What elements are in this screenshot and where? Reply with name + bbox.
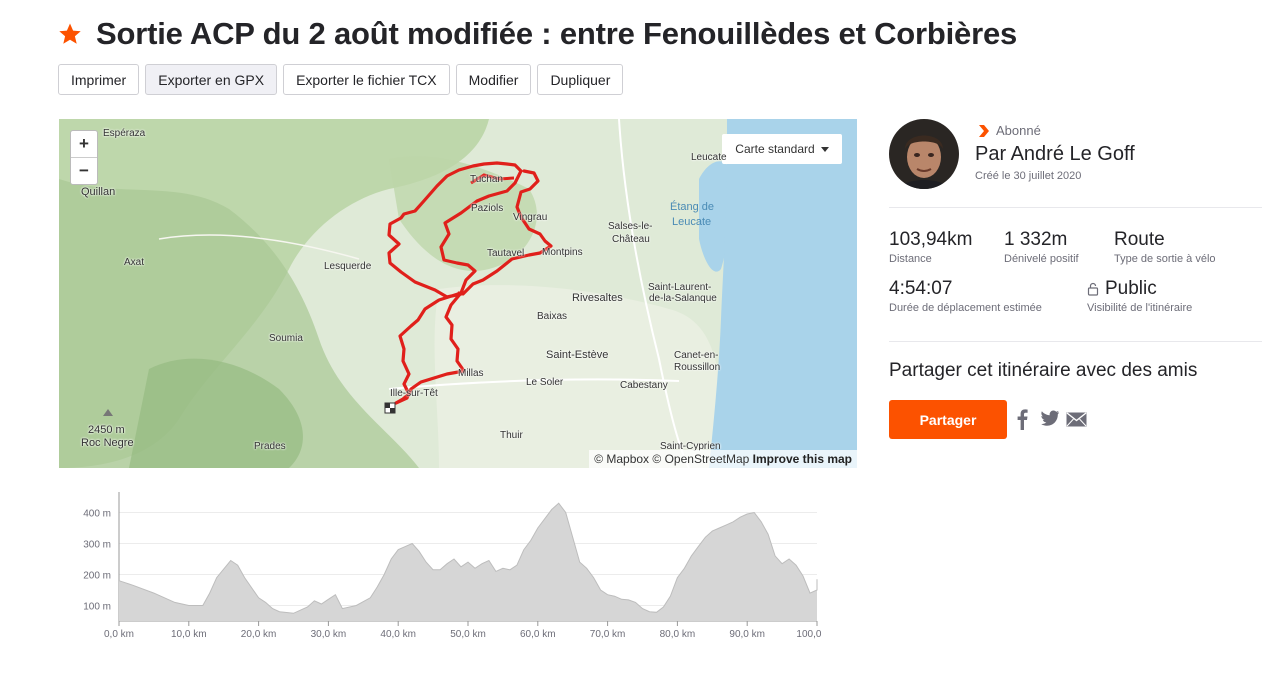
y-tick-label: 400 m bbox=[83, 509, 111, 520]
stat-elevation-gain: 1 332m Dénivelé positif bbox=[1004, 229, 1079, 265]
map-label: Paziols bbox=[471, 203, 504, 214]
x-tick-label: 90,0 km bbox=[729, 629, 765, 640]
map-label: Ille-sur-Têt bbox=[390, 388, 438, 399]
x-tick-label: 10,0 km bbox=[171, 629, 207, 640]
route-map[interactable]: + − Carte standard Espéraza Quillan Axat… bbox=[59, 119, 857, 468]
map-label: Tautavel bbox=[487, 248, 525, 259]
subscriber-chevron-icon bbox=[979, 124, 989, 137]
map-label: Canet-en- bbox=[674, 350, 719, 361]
map-label: Château bbox=[612, 234, 650, 245]
x-tick-label: 20,0 km bbox=[241, 629, 277, 640]
title-row: Sortie ACP du 2 août modifiée : entre Fe… bbox=[58, 14, 1017, 54]
export-tcx-button[interactable]: Exporter le fichier TCX bbox=[283, 64, 450, 95]
share-heading: Partager cet itinéraire avec des amis bbox=[889, 360, 1198, 381]
toolbar: Imprimer Exporter en GPX Exporter le fic… bbox=[58, 64, 624, 95]
y-tick-label: 100 m bbox=[83, 602, 111, 613]
elevation-chart[interactable]: 400 m 300 m 200 m 100 m 0,0 km 10,0 km 20,0 km… bbox=[60, 490, 822, 645]
map-label: Espéraza bbox=[103, 128, 146, 139]
created-date: Créé le 30 juillet 2020 bbox=[975, 170, 1082, 182]
map-label: Thuir bbox=[500, 430, 523, 441]
share-button[interactable]: Partager bbox=[889, 400, 1007, 439]
twitter-icon[interactable] bbox=[1041, 410, 1059, 426]
stat-value: 1 332m bbox=[1004, 229, 1068, 250]
stat-value: 103,94km bbox=[889, 229, 973, 250]
map-label: Tuchan bbox=[470, 174, 503, 185]
x-tick-label: 60,0 km bbox=[520, 629, 556, 640]
y-tick-label: 200 m bbox=[83, 571, 111, 582]
stat-label: Visibilité de l'itinéraire bbox=[1087, 302, 1193, 314]
map-label: Millas bbox=[458, 368, 484, 379]
author-name[interactable]: Par André Le Goff bbox=[975, 143, 1135, 166]
map-label: Axat bbox=[124, 257, 145, 268]
map-label: Quillan bbox=[81, 186, 116, 198]
duplicate-button[interactable]: Dupliquer bbox=[537, 64, 624, 95]
subscriber-label: Abonné bbox=[996, 123, 1041, 138]
map-label: Cabestany bbox=[620, 380, 668, 391]
osm-link[interactable]: © OpenStreetMap bbox=[652, 452, 749, 466]
stat-label: Distance bbox=[889, 253, 932, 265]
zoom-in-button[interactable]: + bbox=[71, 131, 97, 157]
email-icon[interactable] bbox=[1066, 412, 1087, 427]
stat-visibility: Public Visibilité de l'itinéraire bbox=[1087, 278, 1192, 314]
stat-distance: 103,94km Distance bbox=[889, 229, 972, 265]
stat-label: Type de sortie à vélo bbox=[1114, 253, 1216, 265]
stat-label: Durée de déplacement estimée bbox=[889, 302, 1042, 314]
x-tick-label: 50,0 km bbox=[450, 629, 486, 640]
facebook-icon[interactable] bbox=[1016, 408, 1028, 430]
edit-button[interactable]: Modifier bbox=[455, 64, 532, 95]
map-label: Montpins bbox=[542, 247, 583, 258]
map-background bbox=[59, 119, 857, 468]
stat-moving-time: 4:54:07 Durée de déplacement estimée bbox=[889, 278, 1042, 314]
print-button[interactable]: Imprimer bbox=[58, 64, 140, 95]
route-title: Sortie ACP du 2 août modifiée : entre Fe… bbox=[96, 16, 1018, 51]
avatar[interactable] bbox=[889, 119, 959, 189]
stat-value: 4:54:07 bbox=[889, 278, 953, 299]
map-attribution: © Mapbox © OpenStreetMap Improve this ma… bbox=[589, 450, 857, 468]
divider bbox=[889, 207, 1262, 208]
map-label: Leucate bbox=[691, 152, 727, 163]
map-label: Le Soler bbox=[526, 377, 564, 388]
zoom-out-button[interactable]: − bbox=[71, 157, 97, 184]
subscriber-badge: Abonné bbox=[977, 123, 1041, 138]
chevron-down-icon bbox=[820, 146, 829, 152]
x-tick-label: 80,0 km bbox=[660, 629, 696, 640]
x-tick-label: 100,0 km bbox=[796, 629, 822, 640]
divider bbox=[889, 341, 1262, 342]
star-icon[interactable] bbox=[58, 22, 82, 46]
map-label: 2450 m bbox=[88, 424, 125, 436]
map-label: Étang de bbox=[670, 201, 715, 213]
mapbox-link[interactable]: © Mapbox bbox=[594, 452, 649, 466]
map-label: de-la-Salanque bbox=[649, 293, 717, 304]
stat-ride-type: Route Type de sortie à vélo bbox=[1114, 229, 1216, 265]
map-style-label: Carte standard bbox=[735, 142, 815, 156]
export-gpx-button[interactable]: Exporter en GPX bbox=[145, 64, 278, 95]
map-label: Saint-Laurent- bbox=[648, 282, 712, 293]
map-label: Leucate bbox=[672, 216, 712, 228]
map-label: Baixas bbox=[537, 311, 568, 322]
x-tick-label: 0,0 km bbox=[104, 629, 134, 640]
map-label: Prades bbox=[254, 441, 286, 452]
map-label: Rivesaltes bbox=[572, 292, 623, 304]
map-label: Roc Negre bbox=[81, 437, 134, 449]
map-label: Soumia bbox=[269, 333, 303, 344]
map-label: Saint-Estève bbox=[546, 349, 609, 361]
map-label: Lesquerde bbox=[324, 261, 372, 272]
map-label: Roussillon bbox=[674, 362, 721, 373]
x-tick-label: 70,0 km bbox=[590, 629, 626, 640]
lock-icon bbox=[1087, 282, 1099, 296]
improve-map-link[interactable]: Improve this map bbox=[753, 452, 852, 466]
stat-value: Public bbox=[1105, 278, 1157, 299]
stat-value: Route bbox=[1114, 229, 1165, 250]
map-style-dropdown[interactable]: Carte standard bbox=[722, 134, 842, 164]
y-tick-label: 300 m bbox=[83, 540, 111, 551]
x-tick-label: 40,0 km bbox=[380, 629, 416, 640]
map-label: Vingrau bbox=[513, 212, 548, 223]
stat-label: Dénivelé positif bbox=[1004, 253, 1079, 265]
zoom-controls: + − bbox=[70, 130, 98, 185]
map-label: Salses-le- bbox=[608, 221, 653, 232]
x-tick-label: 30,0 km bbox=[311, 629, 347, 640]
